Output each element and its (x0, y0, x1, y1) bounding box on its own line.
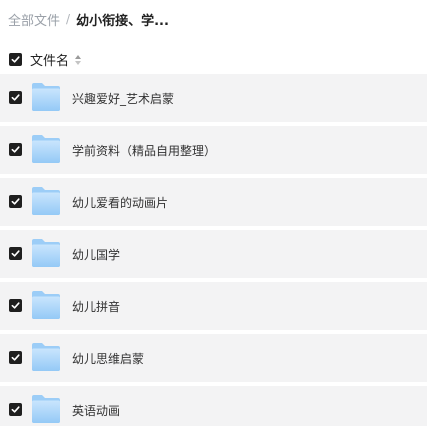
file-name: 英语动画 (72, 404, 121, 418)
list-item[interactable]: 兴趣爱好_艺术启蒙 (0, 74, 427, 122)
select-all-checkbox[interactable] (9, 52, 22, 66)
folder-icon (31, 82, 61, 112)
list-item[interactable]: 幼儿拼音 (0, 282, 427, 330)
folder-icon (31, 186, 61, 216)
checkmark-icon (11, 406, 20, 413)
list-item[interactable]: 英语动画 (0, 386, 427, 426)
row-checkbox[interactable] (9, 247, 22, 260)
row-checkbox[interactable] (9, 351, 22, 364)
list-item[interactable]: 幼儿国学 (0, 230, 427, 278)
list-item[interactable]: 幼儿爱看的动画片 (0, 178, 427, 226)
row-checkbox[interactable] (9, 143, 22, 156)
sort-icon[interactable] (74, 52, 82, 66)
checkmark-icon (11, 94, 20, 101)
row-checkbox[interactable] (9, 403, 22, 416)
checkmark-icon (11, 250, 20, 257)
breadcrumb-root-link[interactable]: 全部文件 (8, 10, 60, 29)
file-name-column-header[interactable]: 文件名 (30, 50, 69, 69)
breadcrumb: 全部文件 / 幼小衔接、学... (8, 9, 169, 29)
folder-icon (31, 238, 61, 268)
breadcrumb-separator: / (66, 12, 71, 26)
checkmark-icon (11, 302, 20, 309)
file-list-page: 全部文件 / 幼小衔接、学... 文件名 兴趣爱好_艺术启蒙 学前资料（精品自用… (0, 0, 427, 426)
file-name: 幼儿思维启蒙 (72, 352, 145, 366)
file-name: 幼儿国学 (72, 248, 121, 262)
folder-icon (31, 342, 61, 372)
checkmark-icon (11, 55, 20, 63)
row-checkbox[interactable] (9, 195, 22, 208)
list-item[interactable]: 学前资料（精品自用整理） (0, 126, 427, 174)
folder-icon (31, 394, 61, 424)
file-name: 幼儿拼音 (72, 300, 121, 314)
file-name: 幼儿爱看的动画片 (72, 196, 169, 210)
checkmark-icon (11, 198, 20, 205)
file-name: 兴趣爱好_艺术启蒙 (72, 92, 175, 106)
row-checkbox[interactable] (9, 299, 22, 312)
row-checkbox[interactable] (9, 91, 22, 104)
breadcrumb-current-folder: 幼小衔接、学... (76, 13, 169, 29)
checkmark-icon (11, 146, 20, 153)
folder-icon (31, 134, 61, 164)
file-name: 学前资料（精品自用整理） (72, 144, 217, 158)
folder-icon (31, 290, 61, 320)
checkmark-icon (11, 354, 20, 361)
file-list: 兴趣爱好_艺术启蒙 学前资料（精品自用整理） 幼儿爱看的动画片 幼儿国学 幼儿拼… (0, 74, 427, 426)
list-header: 文件名 (0, 46, 427, 72)
list-item[interactable]: 幼儿思维启蒙 (0, 334, 427, 382)
